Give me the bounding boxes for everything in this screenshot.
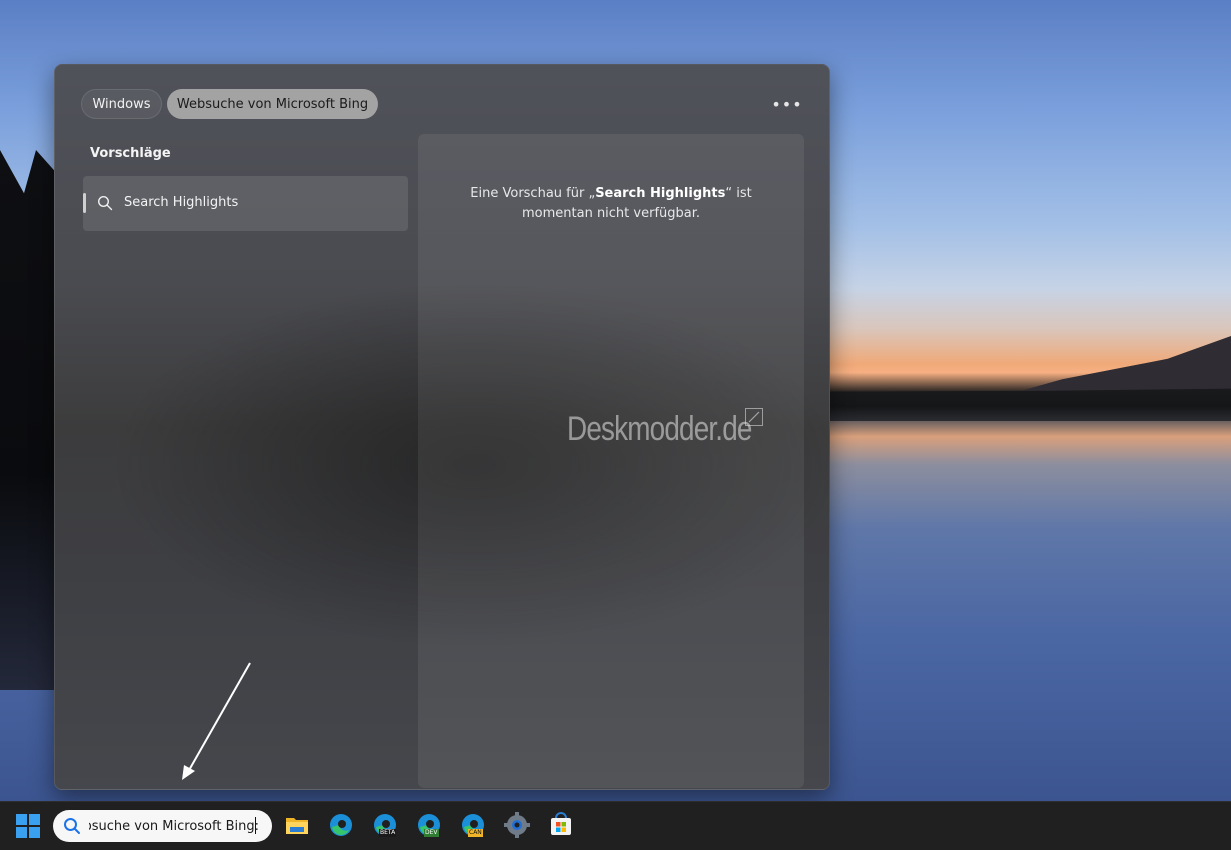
annotation-arrow bbox=[182, 662, 251, 780]
edge-icon[interactable] bbox=[328, 812, 354, 838]
microsoft-store-icon[interactable] bbox=[548, 812, 574, 838]
taskbar-search-input[interactable]: Websuche von Microsoft Bing: bbox=[53, 810, 272, 842]
windows-start-icon[interactable] bbox=[16, 814, 40, 838]
edge-beta-badge: BETA bbox=[379, 829, 397, 837]
text-caret bbox=[255, 817, 256, 834]
settings-gear-icon[interactable] bbox=[504, 812, 530, 838]
edge-beta-icon[interactable]: BETA bbox=[372, 812, 398, 838]
file-explorer-icon[interactable] bbox=[284, 812, 310, 838]
edge-dev-icon[interactable]: DEV bbox=[416, 812, 442, 838]
search-query-text: Websuche von Microsoft Bing: bbox=[89, 819, 259, 834]
edge-canary-icon[interactable]: CAN bbox=[460, 812, 486, 838]
edge-canary-badge: CAN bbox=[468, 829, 483, 837]
search-icon bbox=[64, 818, 80, 834]
edge-dev-badge: DEV bbox=[424, 829, 439, 837]
taskbar: Websuche von Microsoft Bing: bbox=[0, 801, 1231, 850]
